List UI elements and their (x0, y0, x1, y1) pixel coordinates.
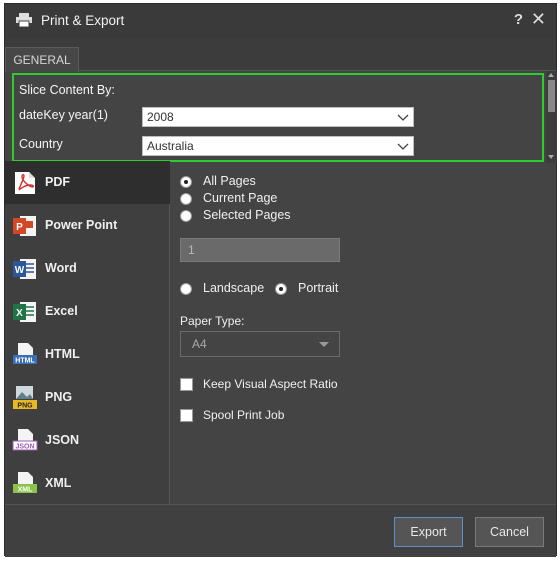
slice-content-title: Slice Content By: (19, 83, 115, 97)
radio-button[interactable] (180, 193, 192, 205)
format-label: JSON (45, 433, 80, 447)
svg-text:W: W (15, 265, 25, 276)
dialog-footer: Export Cancel (5, 504, 556, 557)
format-label: HTML (45, 347, 80, 361)
radio-label: Landscape (203, 281, 265, 295)
excel-icon: X (13, 302, 36, 322)
html-icon-text: HTML (15, 358, 35, 365)
datekey-year-select[interactable]: 2008 (142, 107, 414, 127)
checkbox[interactable] (180, 378, 193, 391)
cancel-button[interactable]: Cancel (475, 517, 544, 547)
format-label: PDF (45, 175, 70, 189)
png-icon-text: PNG (17, 403, 33, 410)
word-icon: W (13, 259, 36, 279)
chevron-down-icon (397, 114, 409, 121)
format-label: Word (45, 261, 77, 275)
format-list: PDF P Power Point W Word X Excel HTML HT… (5, 161, 170, 504)
title-bar: Print & Export ? ✕ (5, 4, 556, 38)
paper-type-value: A4 (192, 337, 207, 351)
paper-type-label: Paper Type: (180, 314, 245, 328)
datekey-year-label: dateKey year(1) (19, 108, 108, 122)
radio-label: Selected Pages (203, 208, 291, 222)
format-item-pdf[interactable]: PDF (5, 161, 170, 204)
html-icon: HTML (13, 343, 37, 365)
svg-text:X: X (16, 308, 23, 319)
country-value: Australia (147, 139, 194, 153)
format-label: Excel (45, 304, 78, 318)
format-item-excel[interactable]: X Excel (5, 290, 170, 333)
pdf-icon (15, 172, 35, 194)
radio-label: Current Page (203, 191, 278, 205)
slice-scrollbar[interactable] (546, 71, 557, 163)
xml-icon-text: XML (18, 487, 34, 494)
xml-icon: XML (13, 472, 37, 494)
radio-button[interactable] (180, 210, 192, 222)
country-select[interactable]: Australia (142, 136, 414, 156)
country-label: Country (19, 137, 63, 151)
format-item-powerpoint[interactable]: P Power Point (5, 204, 170, 247)
page-range-input[interactable]: 1 (180, 238, 340, 262)
format-label: Power Point (45, 218, 118, 232)
tab-bar: GENERAL (5, 38, 556, 72)
printer-icon (16, 13, 32, 27)
powerpoint-icon: P (13, 216, 36, 236)
radio-label: All Pages (203, 174, 256, 188)
radio-button[interactable] (275, 283, 287, 295)
dialog-title: Print & Export (41, 13, 125, 28)
radio-button[interactable] (180, 176, 192, 188)
radio-button[interactable] (180, 283, 192, 295)
scroll-up-icon[interactable] (548, 73, 554, 77)
json-icon: JSON (12, 429, 38, 451)
format-item-html[interactable]: HTML HTML (5, 333, 170, 376)
format-item-xml[interactable]: XML XML (5, 462, 170, 505)
svg-text:P: P (16, 222, 23, 233)
options-panel: All Pages Current Page Selected Pages 1 … (170, 161, 556, 504)
checkbox-label: Spool Print Job (203, 408, 285, 422)
chevron-down-icon (397, 143, 409, 150)
radio-label: Portrait (298, 281, 339, 295)
format-label: XML (45, 476, 72, 490)
checkbox-label: Keep Visual Aspect Ratio (203, 377, 338, 391)
format-item-png[interactable]: PNG PNG (5, 376, 170, 419)
print-export-dialog: Print & Export ? ✕ GENERAL Slice Content… (4, 3, 557, 557)
png-icon: PNG (13, 386, 37, 410)
scroll-down-icon[interactable] (548, 155, 554, 159)
json-icon-text: JSON (15, 444, 34, 451)
paper-type-select[interactable]: A4 (180, 331, 340, 357)
scroll-thumb[interactable] (548, 80, 555, 112)
datekey-year-value: 2008 (147, 110, 174, 124)
format-item-json[interactable]: JSON JSON (5, 419, 170, 462)
format-label: PNG (45, 390, 73, 404)
tab-general[interactable]: GENERAL (5, 47, 79, 72)
format-item-word[interactable]: W Word (5, 247, 170, 290)
close-icon[interactable]: ✕ (531, 9, 546, 30)
help-icon[interactable]: ? (514, 11, 523, 28)
caret-down-icon (319, 342, 329, 347)
export-button[interactable]: Export (394, 517, 463, 547)
checkbox[interactable] (180, 409, 193, 422)
slice-content-section: Slice Content By: dateKey year(1) 2008 C… (12, 73, 544, 162)
